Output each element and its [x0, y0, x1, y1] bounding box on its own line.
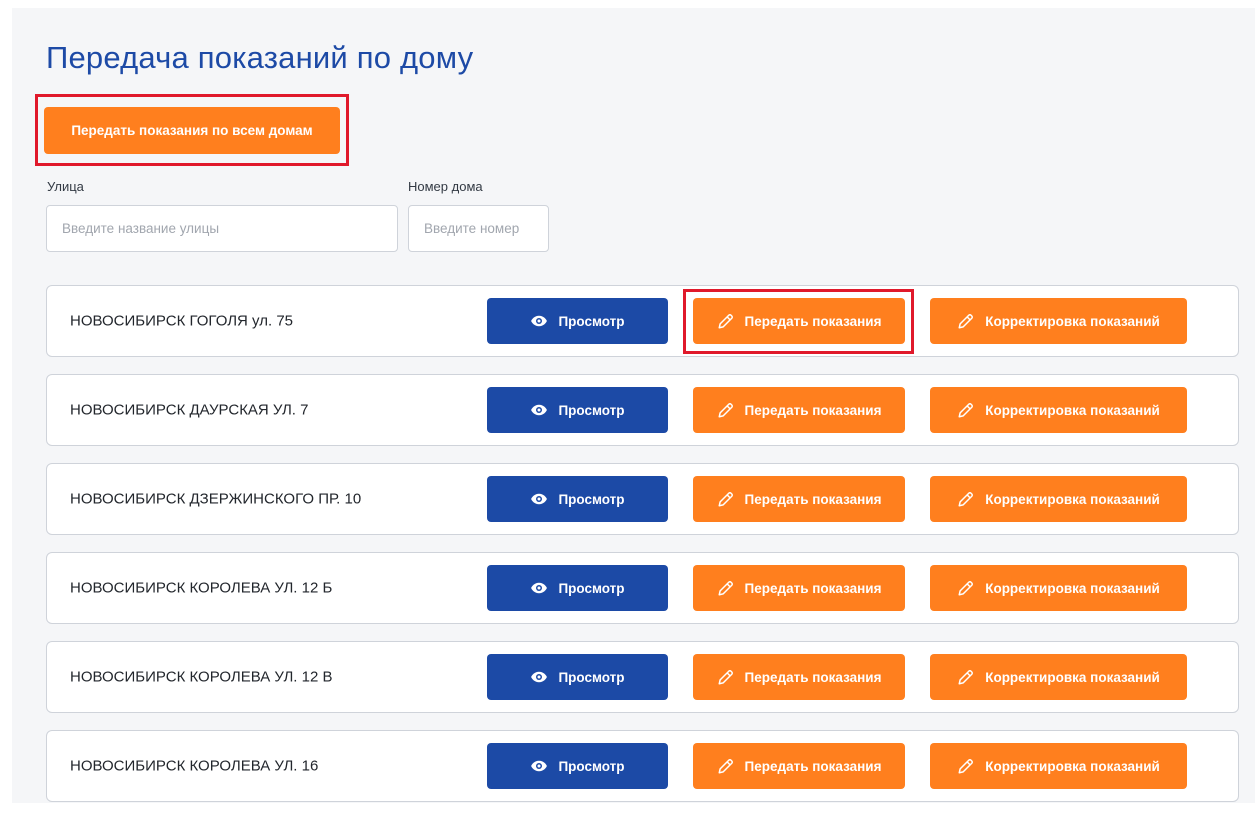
correct-readings-label: Корректировка показаний: [985, 669, 1160, 685]
pencil-icon: [957, 579, 975, 597]
street-input[interactable]: [46, 205, 398, 252]
view-button[interactable]: Просмотр: [487, 298, 668, 344]
eye-icon: [530, 579, 548, 597]
view-button[interactable]: Просмотр: [487, 387, 668, 433]
house-address: НОВОСИБИРСК КОРОЛЕВА УЛ. 12 Б: [70, 579, 333, 597]
house-address: НОВОСИБИРСК ГОГОЛЯ ул. 75: [70, 312, 294, 330]
correct-readings-label: Корректировка показаний: [985, 313, 1160, 329]
pencil-icon: [717, 490, 735, 508]
eye-icon: [530, 490, 548, 508]
house-row: НОВОСИБИРСК ДЗЕРЖИНСКОГО ПР. 10 Просмотр…: [46, 463, 1239, 535]
eye-icon: [530, 668, 548, 686]
view-button-label: Просмотр: [558, 402, 625, 418]
pencil-icon: [717, 757, 735, 775]
pencil-icon: [717, 401, 735, 419]
house-row: НОВОСИБИРСК КОРОЛЕВА УЛ. 16 Просмотр Пер…: [46, 730, 1239, 802]
pencil-icon: [957, 401, 975, 419]
pencil-icon: [957, 757, 975, 775]
pencil-icon: [957, 668, 975, 686]
view-button[interactable]: Просмотр: [487, 743, 668, 789]
house-row: НОВОСИБИРСК КОРОЛЕВА УЛ. 12 В Просмотр П…: [46, 641, 1239, 713]
correct-readings-button[interactable]: Корректировка показаний: [930, 565, 1187, 611]
pencil-icon: [717, 668, 735, 686]
house-address: НОВОСИБИРСК ДЗЕРЖИНСКОГО ПР. 10: [70, 490, 362, 508]
view-button-label: Просмотр: [558, 580, 625, 596]
house-number-label: Номер дома: [408, 179, 483, 194]
pencil-icon: [957, 490, 975, 508]
view-button-label: Просмотр: [558, 758, 625, 774]
pencil-icon: [957, 312, 975, 330]
send-readings-label: Передать показания: [744, 669, 882, 685]
correct-readings-button[interactable]: Корректировка показаний: [930, 743, 1187, 789]
house-row: НОВОСИБИРСК КОРОЛЕВА УЛ. 12 Б Просмотр П…: [46, 552, 1239, 624]
house-address: НОВОСИБИРСК ДАУРСКАЯ УЛ. 7: [70, 401, 309, 419]
street-label: Улица: [47, 179, 84, 194]
eye-icon: [530, 401, 548, 419]
send-readings-button[interactable]: Передать показания: [693, 476, 905, 522]
view-button-label: Просмотр: [558, 491, 625, 507]
page-title: Передача показаний по дому: [46, 40, 474, 75]
house-list: НОВОСИБИРСК ГОГОЛЯ ул. 75 Просмотр Перед…: [46, 285, 1239, 819]
send-readings-label: Передать показания: [744, 491, 882, 507]
send-readings-button[interactable]: Передать показания: [693, 743, 905, 789]
correct-readings-button[interactable]: Корректировка показаний: [930, 387, 1187, 433]
view-button-label: Просмотр: [558, 313, 625, 329]
send-readings-button[interactable]: Передать показания: [693, 565, 905, 611]
house-row: НОВОСИБИРСК ГОГОЛЯ ул. 75 Просмотр Перед…: [46, 285, 1239, 357]
pencil-icon: [717, 579, 735, 597]
view-button[interactable]: Просмотр: [487, 654, 668, 700]
correct-readings-label: Корректировка показаний: [985, 758, 1160, 774]
correct-readings-button[interactable]: Корректировка показаний: [930, 476, 1187, 522]
house-row: НОВОСИБИРСК ДАУРСКАЯ УЛ. 7 Просмотр Пере…: [46, 374, 1239, 446]
send-all-houses-label: Передать показания по всем домам: [71, 123, 313, 138]
correct-readings-label: Корректировка показаний: [985, 402, 1160, 418]
eye-icon: [530, 312, 548, 330]
view-button-label: Просмотр: [558, 669, 625, 685]
correct-readings-button[interactable]: Корректировка показаний: [930, 298, 1187, 344]
send-readings-label: Передать показания: [744, 580, 882, 596]
correct-readings-label: Корректировка показаний: [985, 491, 1160, 507]
send-readings-label: Передать показания: [744, 402, 882, 418]
highlight-frame-send-readings: [683, 289, 914, 354]
house-number-input[interactable]: [408, 205, 549, 252]
send-readings-label: Передать показания: [744, 758, 882, 774]
send-readings-button[interactable]: Передать показания: [693, 654, 905, 700]
send-readings-button[interactable]: Передать показания: [693, 387, 905, 433]
view-button[interactable]: Просмотр: [487, 565, 668, 611]
house-address: НОВОСИБИРСК КОРОЛЕВА УЛ. 12 В: [70, 668, 333, 686]
correct-readings-button[interactable]: Корректировка показаний: [930, 654, 1187, 700]
eye-icon: [530, 757, 548, 775]
house-address: НОВОСИБИРСК КОРОЛЕВА УЛ. 16: [70, 757, 319, 775]
view-button[interactable]: Просмотр: [487, 476, 668, 522]
send-all-houses-button[interactable]: Передать показания по всем домам: [44, 107, 340, 154]
correct-readings-label: Корректировка показаний: [985, 580, 1160, 596]
